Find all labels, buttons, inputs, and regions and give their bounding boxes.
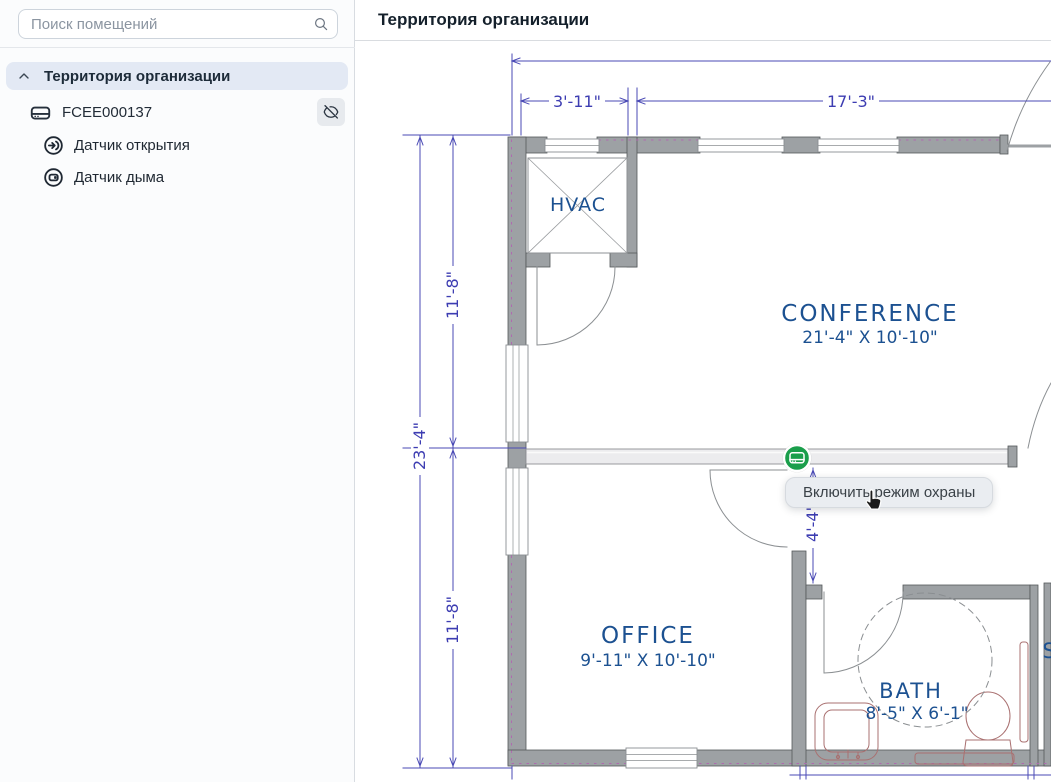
dim-top-right: 17'-3" bbox=[827, 92, 875, 111]
marker-tooltip: Включить режим охраны bbox=[785, 477, 993, 508]
room-label-next-partial: S bbox=[1042, 639, 1051, 663]
dim-text-bg bbox=[411, 92, 879, 649]
dim-left-upper: 11'-8" bbox=[443, 271, 462, 319]
room-size-office: 9'-11" X 10'-10" bbox=[580, 651, 715, 671]
search-input[interactable] bbox=[18, 9, 338, 39]
floor-plan-canvas[interactable]: 3'-11" 17'-3" 23'-4" 11'-8" 11'-8" 4'-4"… bbox=[355, 41, 1051, 782]
tree-section-territory[interactable]: Территория организации bbox=[6, 62, 348, 90]
device-hub-icon bbox=[28, 100, 53, 125]
smoke-sensor-icon bbox=[42, 166, 65, 189]
interior-wall-cap bbox=[1008, 446, 1017, 467]
dimension-lines bbox=[403, 54, 1051, 779]
room-size-bath: 8'-5" X 6'-1" bbox=[866, 704, 969, 724]
sidebar-divider bbox=[0, 47, 355, 48]
dim-top-left: 3'-11" bbox=[553, 92, 601, 111]
page-title: Территория организации bbox=[378, 10, 589, 30]
room-label-bath: BATH bbox=[879, 679, 943, 703]
interior-wall bbox=[526, 449, 1008, 464]
marker-tooltip-text: Включить режим охраны bbox=[803, 484, 975, 501]
main-header: Территория организации bbox=[355, 0, 1051, 41]
search-field-wrap bbox=[18, 9, 338, 39]
sidebar: Территория организации FCEE000137 Датчик… bbox=[0, 0, 355, 782]
opening-sensor-icon bbox=[42, 134, 65, 157]
dim-door-offset: 4'-4" bbox=[803, 504, 822, 542]
room-label-hvac: HVAC bbox=[550, 194, 606, 216]
search-icon bbox=[313, 16, 329, 32]
tree-item-device[interactable]: FCEE000137 bbox=[28, 98, 348, 126]
eye-off-icon bbox=[322, 103, 340, 121]
room-label-office: OFFICE bbox=[601, 623, 695, 649]
tree-item-opening-sensor[interactable]: Датчик открытия bbox=[42, 132, 342, 158]
tree-item-smoke-sensor[interactable]: Датчик дыма bbox=[42, 164, 342, 190]
room-label-conference: CONFERENCE bbox=[781, 301, 958, 327]
tree-section-label: Территория организации bbox=[44, 68, 230, 85]
device-marker-armed-toggle[interactable] bbox=[783, 444, 812, 473]
dim-left-overall: 23'-4" bbox=[410, 422, 429, 470]
room-size-conference: 21'-4" X 10'-10" bbox=[802, 328, 937, 348]
floor-plan-svg: 3'-11" 17'-3" 23'-4" 11'-8" 11'-8" 4'-4"… bbox=[355, 41, 1051, 782]
device-id-label: FCEE000137 bbox=[62, 104, 152, 121]
smoke-sensor-label: Датчик дыма bbox=[74, 169, 164, 186]
visibility-off-button[interactable] bbox=[317, 98, 345, 126]
opening-sensor-label: Датчик открытия bbox=[74, 137, 190, 154]
chevron-up-icon bbox=[16, 68, 32, 84]
dim-left-lower: 11'-8" bbox=[443, 596, 462, 644]
